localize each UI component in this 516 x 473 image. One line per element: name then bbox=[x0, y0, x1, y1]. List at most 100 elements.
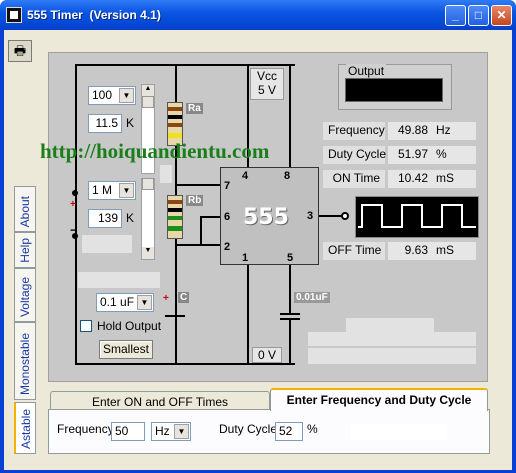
output-label: Output bbox=[346, 64, 387, 78]
terminal-dot-bottom bbox=[72, 233, 78, 239]
duty-cycle-input[interactable]: 52 bbox=[275, 422, 303, 441]
pin-label: 6 bbox=[224, 211, 231, 223]
wire-pin6 bbox=[200, 216, 221, 218]
tab-astable[interactable]: Astable bbox=[14, 402, 36, 454]
chevron-down-icon: ▼ bbox=[119, 183, 134, 198]
blank-field bbox=[351, 424, 447, 440]
extra-placeholder bbox=[78, 272, 160, 288]
rb-value-select[interactable]: 1 M ▼ bbox=[88, 181, 136, 200]
capacitor-value: 0.1 uF bbox=[100, 295, 135, 309]
wire-pin7 bbox=[175, 184, 221, 186]
capacitor-select[interactable]: 0.1 uF ▼ bbox=[96, 293, 154, 312]
app-icon bbox=[6, 7, 22, 23]
off-time-value: 9.63 bbox=[388, 242, 432, 260]
wire-top-rail bbox=[75, 64, 295, 66]
tab-astable-label: Astable bbox=[19, 408, 33, 449]
rb-unit: K bbox=[126, 211, 135, 225]
wire-cap-ground bbox=[289, 319, 291, 364]
output-indicator bbox=[345, 78, 443, 102]
on-time-unit: mS bbox=[432, 170, 476, 188]
ra-unit: K bbox=[126, 116, 135, 130]
pin-label: 4 bbox=[242, 170, 249, 182]
wire-pin3 bbox=[318, 215, 343, 217]
timing-bar bbox=[346, 318, 434, 332]
frequency-input[interactable]: 50 bbox=[111, 422, 145, 441]
oscilloscope-display bbox=[355, 196, 479, 238]
minimize-button[interactable]: _ bbox=[445, 5, 466, 26]
duty-unit: % bbox=[307, 422, 318, 436]
plus-sign: + bbox=[70, 199, 76, 210]
rb-label: Rb bbox=[186, 195, 204, 206]
chevron-down-icon: ▼ bbox=[137, 295, 152, 310]
off-time-label: OFF Time bbox=[323, 242, 385, 260]
wire-pin2 bbox=[175, 244, 221, 246]
rb-scrollbar[interactable]: ▼ bbox=[141, 178, 155, 260]
ra-value-select[interactable]: 100 ▼ bbox=[88, 86, 136, 105]
chevron-down-icon: ▼ bbox=[174, 424, 189, 439]
hold-output-checkbox[interactable] bbox=[80, 320, 92, 332]
tab-monostable[interactable]: Monostable bbox=[14, 322, 36, 400]
wire-pin6-link bbox=[200, 216, 202, 245]
rb-placeholder bbox=[82, 235, 132, 253]
tab-monostable-label: Monostable bbox=[18, 332, 32, 395]
terminal-dot-top bbox=[72, 190, 78, 196]
vcc-label: Vcc bbox=[256, 69, 277, 83]
square-wave bbox=[358, 204, 476, 228]
tab-help[interactable]: Help bbox=[14, 232, 36, 268]
tab-voltage[interactable]: Voltage bbox=[14, 268, 36, 322]
window-title: 555 Timer (Version 4.1) bbox=[27, 8, 161, 22]
frequency-label: Frequency bbox=[323, 122, 385, 140]
tab-voltage-label: Voltage bbox=[18, 276, 32, 317]
frequency-unit: Hz bbox=[432, 122, 476, 140]
rb-value: 1 M bbox=[92, 183, 113, 197]
duty-input-label: Duty Cycle bbox=[219, 422, 278, 436]
watermark-text: http://hoiquandientu.com bbox=[40, 139, 270, 163]
frequency-unit-select[interactable]: Hz ▼ bbox=[151, 422, 191, 441]
frequency-input-label: Frequency bbox=[57, 422, 114, 436]
gnd-value: 0 V bbox=[252, 347, 282, 363]
vcc-box: Vcc 5 V bbox=[250, 68, 284, 100]
c-label: C bbox=[178, 292, 190, 303]
wire-pin8 bbox=[289, 64, 291, 168]
pin-label: 3 bbox=[307, 210, 314, 222]
tab-about[interactable]: About bbox=[14, 186, 36, 232]
title-bar[interactable]: 555 Timer (Version 4.1) _ □ ✕ bbox=[0, 0, 516, 30]
tab-about-label: About bbox=[18, 195, 32, 227]
scroll-thumb[interactable] bbox=[142, 96, 154, 108]
close-button[interactable]: ✕ bbox=[491, 5, 512, 26]
tab-frequency-duty[interactable]: Enter Frequency and Duty Cycle bbox=[270, 388, 488, 411]
pin-label: 7 bbox=[224, 180, 231, 192]
cap-plus-sign: + bbox=[163, 293, 169, 304]
hold-output-label: Hold Output bbox=[97, 319, 162, 333]
pin-label: 2 bbox=[224, 241, 231, 253]
ra-value: 100 bbox=[92, 88, 113, 102]
timing-cap-plate bbox=[165, 315, 185, 317]
maximize-button[interactable]: □ bbox=[468, 5, 489, 26]
tab-page: Frequency 50 Hz ▼ Duty Cycle 52 % bbox=[48, 409, 490, 454]
ra-multiplier-input[interactable]: 11.5 bbox=[88, 114, 122, 133]
rb-resistor bbox=[167, 195, 183, 239]
print-icon[interactable]: 🖶 bbox=[8, 40, 32, 62]
smallest-button[interactable]: Smallest bbox=[99, 340, 153, 359]
cap-plate-top bbox=[280, 313, 300, 315]
rb-multiplier-input[interactable]: 139 bbox=[88, 209, 122, 228]
ra-label: Ra bbox=[186, 103, 203, 114]
tab-on-off-times[interactable]: Enter ON and OFF Times bbox=[50, 391, 270, 409]
ra-scroll-gap bbox=[160, 165, 172, 183]
wire-pin1 bbox=[247, 264, 249, 364]
pin-label: 8 bbox=[284, 170, 291, 182]
timing-bar bbox=[308, 348, 476, 364]
control-cap-label: 0.01uF bbox=[294, 292, 330, 303]
scroll-thumb[interactable] bbox=[142, 178, 154, 190]
vcc-value: 5 V bbox=[257, 83, 276, 97]
output-terminal bbox=[341, 212, 349, 220]
on-time-label: ON Time bbox=[323, 170, 385, 188]
scroll-down-icon[interactable]: ▼ bbox=[142, 247, 154, 259]
wire-bottom-rail bbox=[75, 363, 295, 365]
frequency-value: 49.88 bbox=[388, 122, 432, 140]
duty-cycle-unit: % bbox=[432, 146, 476, 164]
off-time-unit: mS bbox=[432, 242, 476, 260]
bottom-tab-area: Frequency 50 Hz ▼ Duty Cycle 52 % Enter O… bbox=[48, 388, 490, 454]
timer-chip: 555 4 8 7 6 3 2 1 5 bbox=[220, 167, 319, 265]
wire-left-rail bbox=[75, 64, 77, 364]
